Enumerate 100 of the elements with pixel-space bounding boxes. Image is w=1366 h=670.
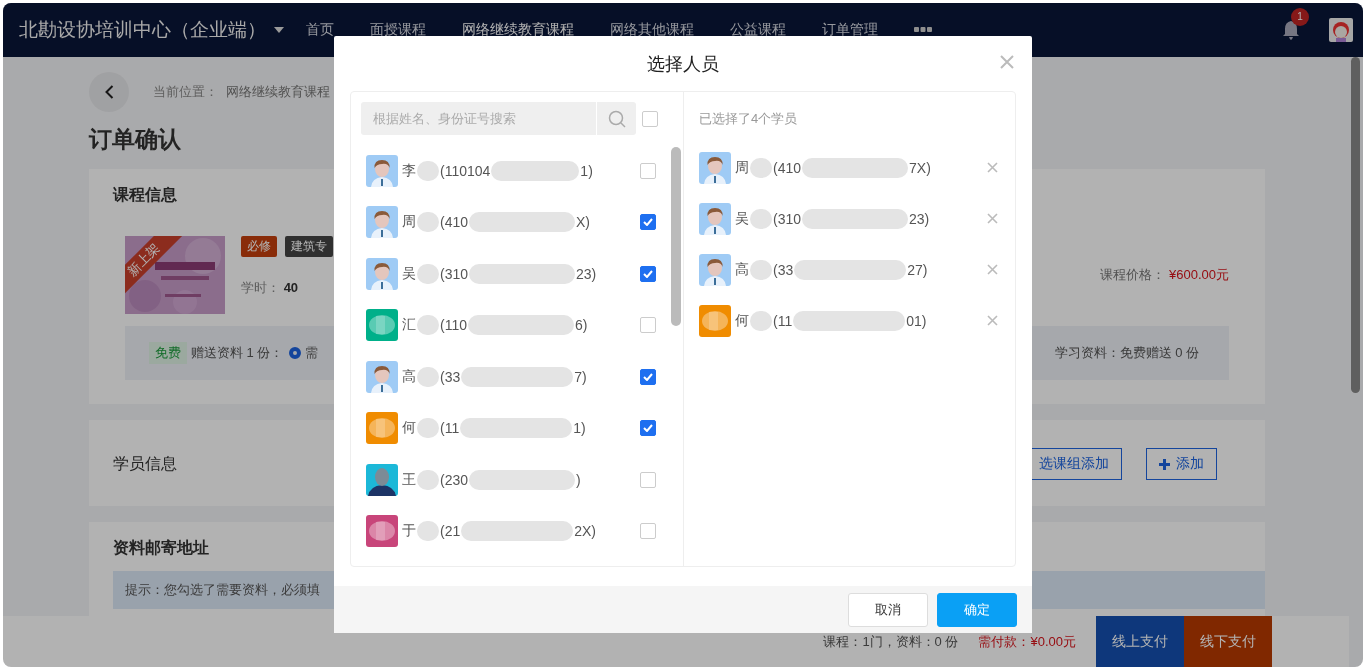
check-icon [643, 218, 653, 227]
remove-icon[interactable] [987, 264, 998, 275]
remove-icon[interactable] [987, 213, 998, 224]
scrollbar[interactable] [671, 147, 681, 326]
person-name: 周 [402, 213, 416, 232]
check-icon [643, 269, 653, 278]
blur-mask [750, 259, 772, 280]
nav-item[interactable]: 网络继续教育课程 [462, 21, 574, 39]
section-heading: 学员信息 [113, 453, 177, 474]
checkbox[interactable] [640, 162, 656, 179]
price-value: ¥600.00元 [1169, 267, 1229, 282]
id-number: (33 [440, 368, 461, 385]
id-number: 01) [906, 312, 927, 329]
id-number: 1) [573, 420, 586, 437]
id-number: (310 [440, 265, 469, 282]
person-name: 高 [402, 367, 416, 386]
person-name: 李 [402, 161, 416, 180]
man-avatar-icon [366, 206, 398, 239]
back-icon [104, 85, 114, 99]
id-number: (110104 [440, 162, 491, 179]
nav-item[interactable]: 网络其他课程 [610, 21, 694, 39]
blur-mask [417, 315, 439, 336]
selected-count: 已选择了4个学员 [698, 110, 799, 128]
checkbox[interactable] [640, 471, 656, 488]
back-button[interactable] [89, 72, 129, 112]
pay-button[interactable]: 线上支付 [1096, 616, 1184, 667]
checkbox[interactable] [640, 214, 656, 231]
course-tag: 必修 [241, 236, 277, 257]
checkbox[interactable] [640, 265, 656, 282]
blur-mask [417, 212, 439, 233]
id-number: (21 [440, 523, 461, 540]
id-number: (230 [440, 471, 469, 488]
checkbox[interactable] [640, 523, 656, 540]
section-heading: 课程信息 [113, 185, 178, 205]
man-avatar-icon [366, 360, 398, 393]
nav-item[interactable]: 面授课程 [370, 21, 426, 39]
plus-icon [1159, 458, 1170, 470]
checkbox[interactable] [640, 368, 656, 385]
blur-mask [750, 310, 772, 331]
blur-mask [417, 366, 439, 387]
nav-item[interactable]: 订单管理 [822, 21, 878, 39]
id-number: X) [576, 214, 591, 231]
person-name: 何 [735, 311, 749, 330]
search-field[interactable]: 根据姓名、身份证号搜索 [361, 102, 596, 135]
man-avatar-icon [699, 202, 731, 235]
radio-label[interactable]: 需 [305, 344, 319, 362]
page-title: 订单确认 [89, 125, 182, 154]
more-icon[interactable] [914, 27, 932, 33]
person-name: 何 [402, 419, 416, 438]
person-name: 于 [402, 522, 416, 541]
id-number: (410 [773, 159, 802, 176]
blur-mask [417, 418, 439, 439]
remove-icon[interactable] [987, 315, 998, 326]
pay-button[interactable]: 线下支付 [1184, 616, 1272, 667]
scrollbar[interactable] [1351, 57, 1360, 393]
site-title: 北勘设协培训中心（企业端） [19, 18, 266, 42]
nav-item[interactable]: 公益课程 [730, 21, 786, 39]
person-name: 高 [735, 260, 749, 279]
id-number: 23) [909, 210, 930, 227]
id-number: (410 [440, 214, 469, 231]
cancel-button[interactable]: 取消 [848, 592, 928, 627]
user-avatar-icon[interactable] [1329, 18, 1353, 42]
person-name: 吴 [735, 209, 749, 228]
man-avatar-icon [699, 151, 731, 184]
gift-label: 赠送资料 1 份： [191, 344, 284, 362]
checkbox[interactable] [640, 317, 656, 334]
hours-value: 40 [283, 280, 299, 295]
id-number: 1) [580, 162, 593, 179]
breadcrumb-label: 当前位置： [153, 83, 218, 101]
free-badge: 免费 [149, 342, 187, 364]
blur-mask [417, 521, 439, 542]
blur-mask [750, 157, 772, 178]
id-number: (310 [773, 210, 802, 227]
man-avatar-icon [699, 253, 731, 286]
notification-badge: 1 [1291, 8, 1309, 26]
id-number: (11 [440, 420, 460, 437]
checkbox[interactable] [642, 110, 658, 127]
id-number: (11 [773, 312, 793, 329]
person-name: 王 [402, 470, 416, 489]
check-icon [643, 372, 653, 381]
summary-counts: 课程：1门，资料：0 份 [823, 632, 959, 651]
remove-icon[interactable] [987, 162, 998, 173]
bell-icon[interactable] [1281, 20, 1301, 40]
radio-button[interactable] [289, 347, 302, 359]
blur-mask [750, 208, 772, 229]
id-number: 7X) [909, 159, 931, 176]
id-number: 2X) [574, 523, 597, 540]
search-icon [607, 109, 626, 128]
checkbox[interactable] [640, 420, 656, 437]
add-button[interactable]: 添加 [1146, 448, 1217, 480]
search-button[interactable] [597, 102, 636, 135]
course-tag: 建筑专 [285, 236, 333, 257]
breadcrumb-link[interactable]: 网络继续教育课程 [226, 83, 330, 101]
man-avatar-icon [366, 257, 398, 290]
close-icon[interactable] [1000, 55, 1014, 69]
id-number: 7) [574, 368, 587, 385]
id-number: (33 [773, 261, 794, 278]
caret-icon[interactable] [274, 27, 284, 33]
id-number: 27) [907, 261, 928, 278]
nav-item[interactable]: 首页 [306, 21, 334, 39]
